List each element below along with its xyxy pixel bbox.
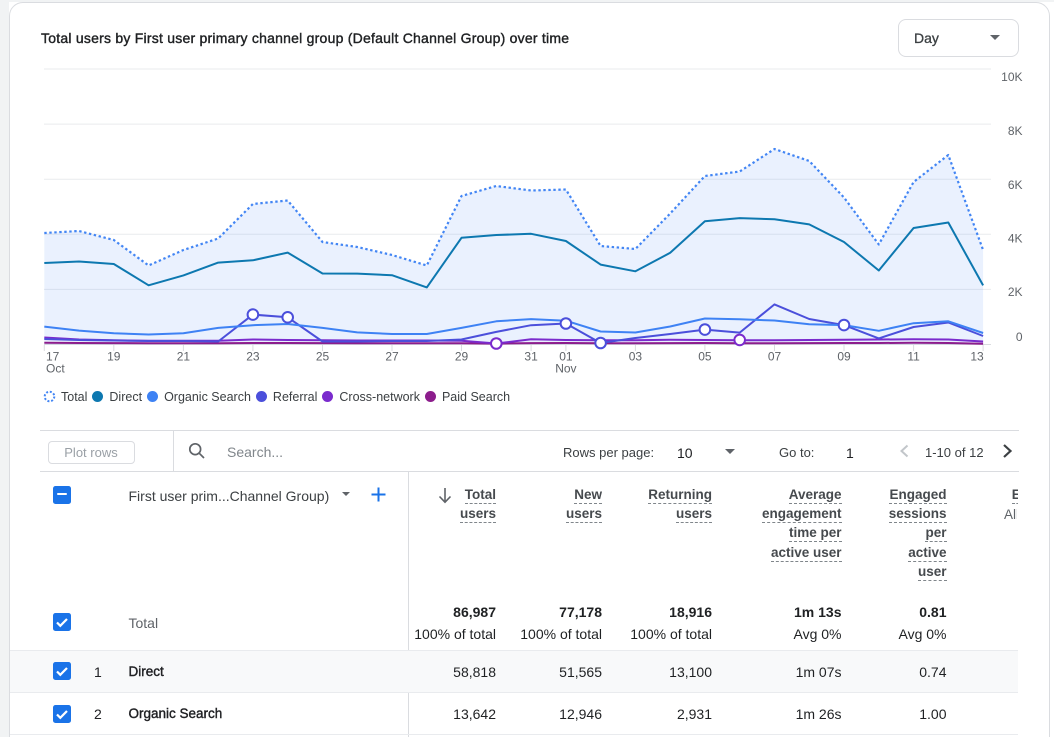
svg-text:21: 21: [177, 350, 191, 364]
svg-text:23: 23: [246, 350, 260, 364]
svg-text:29: 29: [455, 350, 469, 364]
svg-text:0: 0: [1016, 330, 1023, 344]
svg-text:2K: 2K: [1008, 285, 1023, 299]
svg-text:09: 09: [837, 350, 851, 364]
svg-text:07: 07: [768, 350, 782, 364]
svg-text:11: 11: [907, 350, 920, 364]
svg-text:8K: 8K: [1008, 124, 1023, 138]
svg-text:03: 03: [629, 350, 643, 364]
svg-text:25: 25: [316, 350, 330, 364]
svg-text:05: 05: [698, 350, 712, 364]
svg-text:13: 13: [970, 350, 984, 364]
svg-text:Oct: Oct: [46, 362, 65, 376]
svg-text:31: 31: [524, 350, 538, 364]
svg-text:27: 27: [385, 350, 399, 364]
svg-text:Nov: Nov: [555, 362, 576, 376]
svg-text:19: 19: [107, 350, 121, 364]
svg-text:6K: 6K: [1008, 178, 1023, 192]
svg-text:10K: 10K: [1001, 70, 1022, 84]
svg-text:4K: 4K: [1008, 232, 1023, 246]
